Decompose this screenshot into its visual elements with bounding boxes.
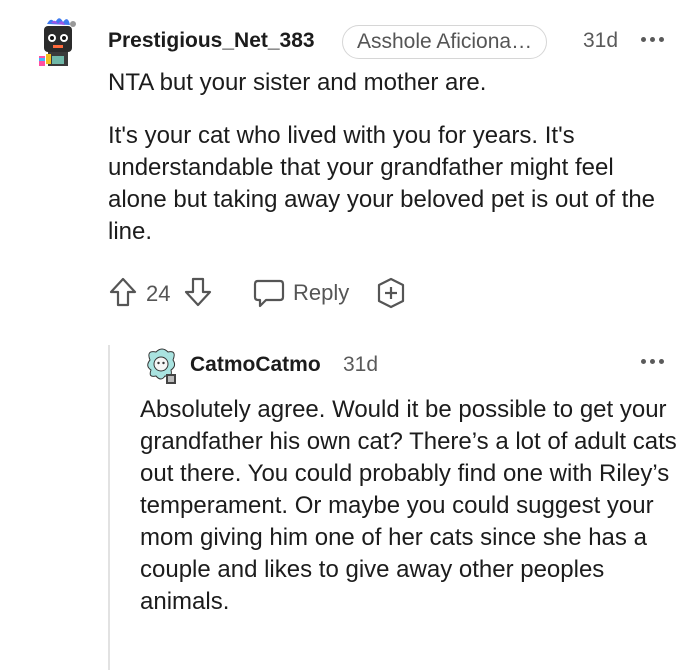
reply-paragraph: Absolutely agree. Would it be possible t… bbox=[140, 396, 677, 615]
thread-line[interactable] bbox=[108, 345, 110, 670]
user-flair-badge[interactable]: Asshole Aficiona… bbox=[342, 25, 548, 59]
reply-age: 31d bbox=[343, 353, 379, 376]
upvote-icon[interactable] bbox=[108, 276, 138, 308]
award-plus-icon[interactable] bbox=[375, 277, 407, 309]
reply-username[interactable]: CatmoCatmo bbox=[190, 353, 321, 377]
comment-more-icon[interactable] bbox=[641, 37, 664, 42]
user-avatar[interactable] bbox=[33, 14, 83, 66]
reply-avatar[interactable] bbox=[140, 346, 182, 386]
reply-more-icon[interactable] bbox=[641, 359, 664, 364]
downvote-icon[interactable] bbox=[183, 276, 213, 308]
reply-button[interactable]: Reply bbox=[293, 280, 349, 306]
vote-score: 24 bbox=[146, 281, 171, 306]
avatar-illustration-icon bbox=[147, 348, 176, 384]
avatar-illustration-icon bbox=[39, 18, 76, 66]
comment-username[interactable]: Prestigious_Net_383 bbox=[108, 29, 315, 53]
comment-paragraph-2: It's your cat who lived with you for yea… bbox=[108, 122, 656, 245]
comment-paragraph-1: NTA but your sister and mother are. bbox=[108, 69, 487, 96]
comment-age: 31d bbox=[583, 29, 619, 52]
reply-icon[interactable] bbox=[252, 277, 286, 309]
